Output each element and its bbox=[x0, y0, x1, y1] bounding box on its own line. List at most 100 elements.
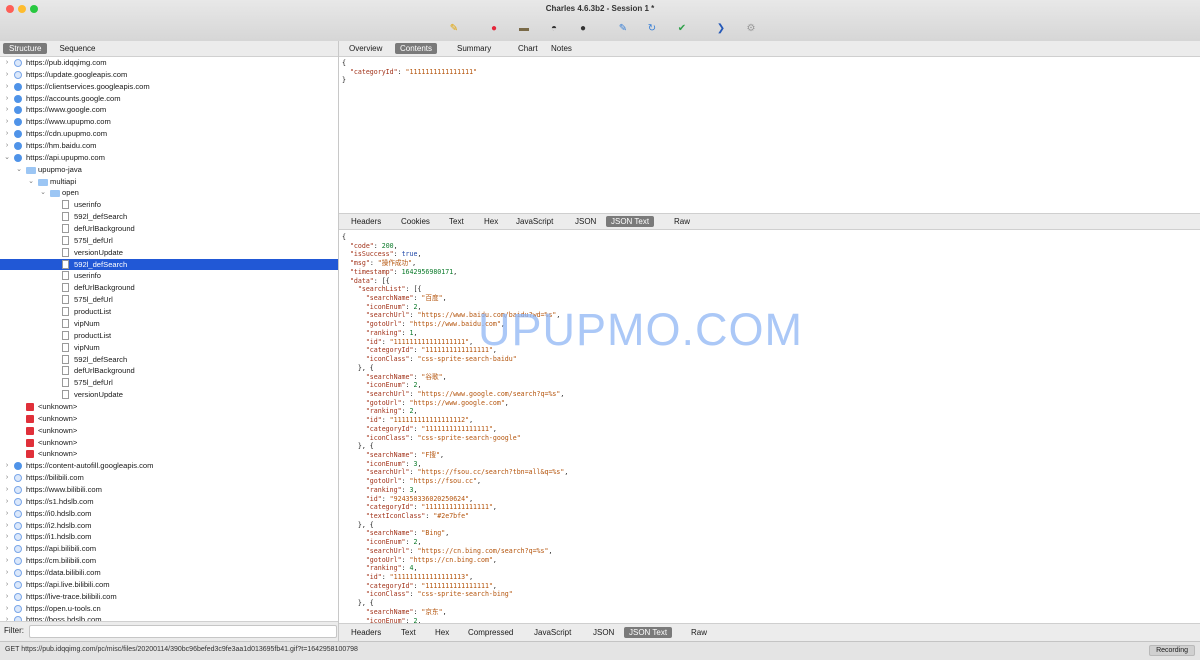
request-tab-raw[interactable]: Raw bbox=[669, 216, 695, 227]
tree-row[interactable]: › https://boss.hdslb.com bbox=[0, 614, 338, 621]
tree-row[interactable]: <unknown> bbox=[0, 425, 338, 437]
tree-row[interactable]: <unknown> bbox=[0, 401, 338, 413]
response-tab-text[interactable]: Text bbox=[396, 627, 421, 638]
disclosure-chevron-icon[interactable]: › bbox=[3, 57, 11, 69]
filter-input[interactable] bbox=[29, 625, 337, 638]
tree-row[interactable]: › https://i0.hdslb.com bbox=[0, 508, 338, 520]
breakpoint-icon[interactable]: ● bbox=[576, 21, 590, 35]
tree-row[interactable]: › https://bilibili.com bbox=[0, 472, 338, 484]
tree-row[interactable]: ⌄ upupmo-java bbox=[0, 164, 338, 176]
tree-row[interactable]: 592l_defSearch bbox=[0, 354, 338, 366]
disclosure-chevron-icon[interactable]: ⌄ bbox=[27, 176, 35, 188]
throttle-icon[interactable]: ▬ bbox=[517, 21, 531, 35]
settings-icon[interactable]: ⚙ bbox=[744, 21, 758, 35]
tree-row[interactable]: versionUpdate bbox=[0, 247, 338, 259]
detail-tab-summary[interactable]: Summary bbox=[452, 43, 496, 54]
response-tab-hex[interactable]: Hex bbox=[430, 627, 454, 638]
tree-row[interactable]: vipNum bbox=[0, 318, 338, 330]
response-tab-json-text[interactable]: JSON Text bbox=[624, 627, 673, 638]
tree-row[interactable]: › https://content-autofill.googleapis.com bbox=[0, 460, 338, 472]
tree-row[interactable]: › https://open.u-tools.cn bbox=[0, 603, 338, 615]
tree-row[interactable]: › https://api.live.bilibili.com bbox=[0, 579, 338, 591]
detail-tab-overview[interactable]: Overview bbox=[344, 43, 387, 54]
tree-row[interactable]: › https://data.bilibili.com bbox=[0, 567, 338, 579]
disclosure-chevron-icon[interactable]: › bbox=[3, 508, 11, 520]
response-tab-json[interactable]: JSON bbox=[588, 627, 619, 638]
detail-tab-chart[interactable]: Chart bbox=[513, 43, 543, 54]
tree-row[interactable]: versionUpdate bbox=[0, 389, 338, 401]
disclosure-chevron-icon[interactable]: › bbox=[3, 531, 11, 543]
tree-row[interactable]: defUrlBackground bbox=[0, 365, 338, 377]
tree-row[interactable]: <unknown> bbox=[0, 448, 338, 460]
disclosure-chevron-icon[interactable]: › bbox=[3, 69, 11, 81]
tree-row[interactable]: › https://www.google.com bbox=[0, 104, 338, 116]
response-tab-raw[interactable]: Raw bbox=[686, 627, 712, 638]
tree-row[interactable]: 575l_defUrl bbox=[0, 294, 338, 306]
tree-row[interactable]: › https://cm.bilibili.com bbox=[0, 555, 338, 567]
turtle-icon[interactable]: ◓ bbox=[547, 21, 561, 35]
tree-row[interactable]: vipNum bbox=[0, 342, 338, 354]
tree-row[interactable]: › https://i1.hdslb.com bbox=[0, 531, 338, 543]
tree-row[interactable]: userinfo bbox=[0, 199, 338, 211]
disclosure-chevron-icon[interactable]: › bbox=[3, 81, 11, 93]
tree-row[interactable]: 575l_defUrl bbox=[0, 235, 338, 247]
tree-row-selected[interactable]: 592l_defSearch bbox=[0, 258, 338, 271]
request-tab-json[interactable]: JSON bbox=[570, 216, 601, 227]
tree-row[interactable]: ⌄ multiapi bbox=[0, 176, 338, 188]
disclosure-chevron-icon[interactable]: › bbox=[3, 116, 11, 128]
request-tab-json-text[interactable]: JSON Text bbox=[606, 216, 655, 227]
compose-icon[interactable]: ✎ bbox=[616, 21, 630, 35]
tree-row[interactable]: 592l_defSearch bbox=[0, 211, 338, 223]
tree-row[interactable]: › https://live-trace.bilibili.com bbox=[0, 591, 338, 603]
disclosure-chevron-icon[interactable]: › bbox=[3, 520, 11, 532]
disclosure-chevron-icon[interactable]: ⌄ bbox=[39, 187, 47, 199]
request-tab-cookies[interactable]: Cookies bbox=[396, 216, 435, 227]
disclosure-chevron-icon[interactable]: › bbox=[3, 140, 11, 152]
disclosure-chevron-icon[interactable]: › bbox=[3, 484, 11, 496]
tree-row[interactable]: productList bbox=[0, 306, 338, 318]
structure-view-tab[interactable]: Structure bbox=[3, 43, 48, 54]
tree-row[interactable]: › https://api.bilibili.com bbox=[0, 543, 338, 555]
repeat-icon[interactable]: ↻ bbox=[645, 21, 659, 35]
detail-tab-notes[interactable]: Notes bbox=[546, 43, 577, 54]
tree-row[interactable]: <unknown> bbox=[0, 437, 338, 449]
tree-row[interactable]: › https://www.bilibili.com bbox=[0, 484, 338, 496]
response-tab-compressed[interactable]: Compressed bbox=[463, 627, 518, 638]
disclosure-chevron-icon[interactable]: › bbox=[3, 460, 11, 472]
disclosure-chevron-icon[interactable]: › bbox=[3, 93, 11, 105]
request-tab-hex[interactable]: Hex bbox=[479, 216, 503, 227]
request-tab-text[interactable]: Text bbox=[444, 216, 469, 227]
disclosure-chevron-icon[interactable]: › bbox=[3, 543, 11, 555]
disclosure-chevron-icon[interactable]: › bbox=[3, 128, 11, 140]
tree-row[interactable]: › https://s1.hdslb.com bbox=[0, 496, 338, 508]
disclosure-chevron-icon[interactable]: › bbox=[3, 579, 11, 591]
tree-row[interactable]: › https://cdn.upupmo.com bbox=[0, 128, 338, 140]
disclosure-chevron-icon[interactable]: ⌄ bbox=[15, 164, 23, 176]
disclosure-chevron-icon[interactable]: ⌄ bbox=[3, 152, 11, 164]
tree-row[interactable]: <unknown> bbox=[0, 413, 338, 425]
disclosure-chevron-icon[interactable]: › bbox=[3, 567, 11, 579]
tree-row[interactable]: 575l_defUrl bbox=[0, 377, 338, 389]
tree-row[interactable]: ⌄ open bbox=[0, 187, 338, 199]
tree-row[interactable]: › https://update.googleapis.com bbox=[0, 69, 338, 81]
disclosure-chevron-icon[interactable]: › bbox=[3, 591, 11, 603]
disclosure-chevron-icon[interactable]: › bbox=[3, 104, 11, 116]
disclosure-chevron-icon[interactable]: › bbox=[3, 603, 11, 615]
tree-row[interactable]: defUrlBackground bbox=[0, 282, 338, 294]
tree-row[interactable]: › https://clientservices.googleapis.com bbox=[0, 81, 338, 93]
tree-row[interactable]: › https://i2.hdslb.com bbox=[0, 520, 338, 532]
disclosure-chevron-icon[interactable]: › bbox=[3, 614, 11, 621]
disclosure-chevron-icon[interactable]: › bbox=[3, 472, 11, 484]
response-tab-headers[interactable]: Headers bbox=[346, 627, 386, 638]
tree-row[interactable]: defUrlBackground bbox=[0, 223, 338, 235]
tree-row[interactable]: › https://hm.baidu.com bbox=[0, 140, 338, 152]
response-tab-javascript[interactable]: JavaScript bbox=[529, 627, 576, 638]
tree-row[interactable]: › https://www.upupmo.com bbox=[0, 116, 338, 128]
tree-row[interactable]: › https://pub.idqqimg.com bbox=[0, 57, 338, 69]
record-icon[interactable]: ● bbox=[487, 21, 501, 35]
tools-icon[interactable]: ❯ bbox=[714, 21, 728, 35]
detail-tab-contents[interactable]: Contents bbox=[395, 43, 438, 54]
tree-row[interactable]: ⌄ https://api.upupmo.com bbox=[0, 152, 338, 164]
disclosure-chevron-icon[interactable]: › bbox=[3, 555, 11, 567]
sequence-view-tab[interactable]: Sequence bbox=[53, 43, 101, 54]
